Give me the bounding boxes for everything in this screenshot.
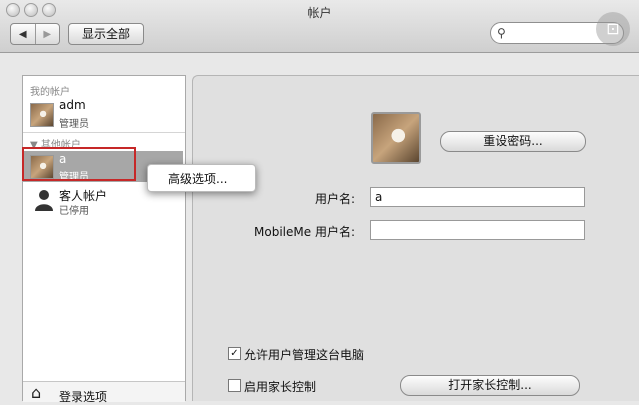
guest-account-status: 已停用	[59, 206, 89, 217]
show-all-button[interactable]: 显示全部	[68, 23, 144, 45]
login-options-label: 登录选项	[59, 390, 108, 404]
parental-controls-checkbox[interactable]	[228, 379, 241, 392]
mobileme-label: MobileMe 用户名:	[254, 225, 355, 239]
accounts-sidebar: 我的帐户 adm 管理员 ▼ 其他帐户 a 管理员 客人帐户 已停用 ⌂ 登录选…	[22, 75, 186, 404]
guest-user-icon	[35, 190, 53, 211]
zoom-overlay-icon[interactable]: ⊡	[596, 12, 630, 46]
parental-controls-label: 启用家长控制	[244, 380, 317, 394]
reset-password-button[interactable]: 重设密码...	[440, 131, 586, 152]
house-icon: ⌂	[31, 383, 42, 402]
context-menu: 高级选项...	[147, 164, 256, 192]
mobileme-field[interactable]	[370, 220, 585, 240]
advanced-options-menu-item[interactable]: 高级选项...	[168, 170, 227, 187]
login-options-row[interactable]: ⌂ 登录选项	[23, 381, 185, 404]
account-picture[interactable]	[371, 112, 421, 164]
account-role: 管理员	[59, 119, 89, 130]
my-account-header: 我的帐户	[30, 87, 70, 98]
back-button[interactable]: ◀	[11, 24, 35, 44]
nav-buttons: ◀ ▶	[10, 23, 60, 45]
allow-admin-checkbox[interactable]: ✓	[228, 347, 241, 360]
highlight-box	[22, 147, 136, 181]
username-label: 用户名:	[314, 192, 355, 206]
account-name[interactable]: adm	[59, 98, 86, 112]
open-parental-controls-button[interactable]: 打开家长控制...	[400, 375, 580, 396]
sidebar-divider	[23, 132, 185, 133]
user-avatar	[30, 103, 54, 127]
username-field[interactable]: a	[370, 187, 585, 207]
forward-button[interactable]: ▶	[34, 24, 60, 44]
search-icon: ⚲	[497, 26, 506, 40]
window-titlebar: 帐户 ◀ ▶ 显示全部 ⚲ ⊡	[0, 0, 639, 53]
window-title: 帐户	[307, 6, 332, 20]
allow-admin-label: 允许用户管理这台电脑	[244, 348, 365, 362]
